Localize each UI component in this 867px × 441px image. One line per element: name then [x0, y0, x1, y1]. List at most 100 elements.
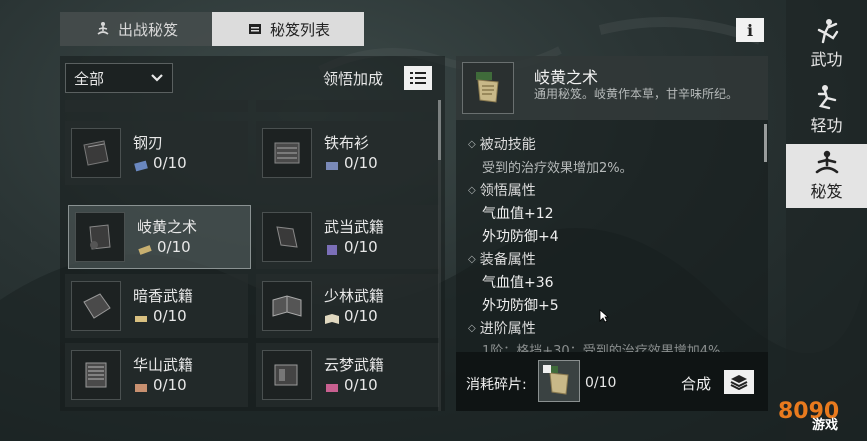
list-item[interactable]: [256, 100, 439, 112]
sidebar-item-martial-arts[interactable]: 武功: [786, 12, 867, 76]
cost-label: 消耗碎片:: [466, 377, 527, 393]
passive-text: 受到的治疗效果增加2%。: [482, 161, 633, 176]
section-heading: 领悟属性: [479, 183, 536, 199]
detail-footer: 消耗碎片: 0/10 合成: [456, 352, 768, 411]
section-heading: 装备属性: [479, 252, 536, 268]
book-icon: [324, 310, 340, 324]
scroll-icon: [246, 20, 264, 38]
item-count: 0/10: [344, 307, 378, 325]
attribute-line: 外功防御+5: [482, 298, 559, 314]
list-item[interactable]: 暗香武籍 0/10: [65, 274, 248, 338]
item-count: 0/10: [153, 307, 187, 325]
item-name: 钢刃: [133, 134, 164, 152]
tab-label: 秘笈列表: [269, 20, 330, 39]
item-name: 云梦武籍: [324, 356, 385, 374]
manual-grid: 钢刃 0/10 铁布衫 0/10 岐黄之术 0/10 武当武籍 0/10 暗香武…: [65, 100, 439, 411]
detail-body: ◇ 被动技能 受到的治疗效果增加2%。 ◇ 领悟属性 气血值+12 外功防御+4 ◇…: [456, 128, 768, 352]
comprehension-bonus-label: 领悟加成: [323, 70, 384, 88]
meditation-icon: [94, 20, 112, 38]
scroll-icon: [137, 241, 153, 255]
book-icon: [324, 241, 340, 255]
section-advance: ◇ 进阶属性: [468, 318, 536, 338]
section-comprehension: ◇ 领悟属性: [468, 180, 536, 200]
diamond-icon: ◇: [468, 322, 476, 334]
item-name: 武当武籍: [324, 218, 385, 236]
list-item[interactable]: 云梦武籍 0/10: [256, 343, 439, 407]
book-icon: [262, 350, 312, 400]
right-sidebar: 武功 轻功 秘笈: [786, 0, 867, 441]
sidebar-label: 武功: [810, 50, 843, 69]
section-equip: ◇ 装备属性: [468, 249, 536, 269]
tab-manual-list[interactable]: 秘笈列表: [212, 12, 364, 46]
manual-detail-panel: 岐黄之术 通用秘笈。岐黄作本草，甘辛味所纪。 ◇ 被动技能 受到的治疗效果增加2%…: [456, 56, 768, 411]
detail-title: 岐黄之术: [534, 68, 599, 87]
comprehension-bonus-button[interactable]: [404, 66, 432, 90]
book-icon: [262, 281, 312, 331]
sidebar-item-lightfoot[interactable]: 轻功: [786, 78, 867, 142]
scroll-icon: [133, 310, 149, 322]
top-tab-bar: 出战秘笈 秘笈列表: [60, 12, 364, 46]
tab-battle-manuals[interactable]: 出战秘笈: [60, 12, 212, 46]
scroll-icon: [462, 62, 514, 114]
lightfoot-icon: [817, 85, 836, 110]
layers-icon: [730, 375, 748, 390]
item-count: 0/10: [153, 376, 187, 394]
detail-description: 通用秘笈。岐黄作本草，甘辛味所纪。: [534, 87, 739, 101]
list-item[interactable]: 少林武籍 0/10: [256, 274, 439, 338]
filter-dropdown[interactable]: 全部: [65, 63, 173, 93]
advance-text: 1阶：格挡+30；受到的治疗效果增加4%。: [482, 344, 734, 352]
diamond-icon: ◇: [468, 138, 476, 150]
attribute-line: 外功防御+4: [482, 229, 559, 245]
manual-list-panel: 全部 领悟加成 钢刃 0/10 铁布衫 0/10 岐黄之术 0/10 武当武籍 …: [60, 56, 445, 411]
book-icon: [324, 379, 340, 392]
book-icon: [262, 212, 312, 262]
meditation-icon: [815, 150, 838, 174]
list-item[interactable]: 钢刃 0/10: [65, 121, 248, 185]
filter-value: 全部: [74, 69, 105, 88]
sidebar-item-manuals[interactable]: 秘笈: [786, 144, 867, 208]
book-icon: [133, 379, 149, 392]
detail-header: 岐黄之术 通用秘笈。岐黄作本草，甘辛味所纪。: [456, 56, 768, 120]
compose-label: 合成: [681, 375, 712, 393]
item-count: 0/10: [344, 238, 378, 256]
list-item[interactable]: 华山武籍 0/10: [65, 343, 248, 407]
item-name: 暗香武籍: [133, 287, 194, 305]
scroll-icon: [75, 212, 125, 262]
list-item[interactable]: [65, 100, 248, 112]
list-item[interactable]: 岐黄之术 0/10: [68, 205, 251, 269]
martial-arts-icon: [817, 19, 838, 44]
section-heading: 被动技能: [479, 137, 536, 153]
mouse-cursor-icon: [599, 309, 609, 323]
diamond-icon: ◇: [468, 253, 476, 265]
item-count: 0/10: [344, 154, 378, 172]
sidebar-label: 秘笈: [810, 182, 843, 201]
attribute-line: 气血值+12: [482, 206, 554, 222]
chevron-down-icon: [151, 74, 163, 82]
detail-scroll-thumb[interactable]: [764, 124, 767, 162]
list-scroll-thumb[interactable]: [438, 100, 441, 160]
fragment-icon[interactable]: [538, 360, 580, 402]
diamond-icon: ◇: [468, 184, 476, 196]
compose-button[interactable]: [724, 370, 754, 394]
item-name: 少林武籍: [324, 287, 385, 305]
item-count: 0/10: [153, 154, 187, 172]
scroll-icon: [71, 281, 121, 331]
sidebar-label: 轻功: [810, 116, 843, 135]
book-icon: [324, 157, 340, 170]
item-name: 华山武籍: [133, 356, 194, 374]
item-name: 岐黄之术: [137, 218, 198, 236]
section-passive: ◇ 被动技能: [468, 134, 536, 154]
book-icon: [133, 157, 149, 172]
item-name: 铁布衫: [324, 134, 370, 152]
section-heading: 进阶属性: [479, 321, 536, 337]
book-icon: [262, 128, 312, 178]
list-item[interactable]: 铁布衫 0/10: [256, 121, 439, 185]
item-count: 0/10: [344, 376, 378, 394]
fragment-count: 0/10: [585, 375, 617, 391]
list-icon: [410, 72, 426, 84]
book-icon: [71, 350, 121, 400]
list-item[interactable]: 武当武籍 0/10: [256, 205, 439, 269]
item-count: 0/10: [157, 238, 191, 256]
book-icon: [71, 128, 121, 178]
info-button[interactable]: i: [736, 18, 764, 42]
